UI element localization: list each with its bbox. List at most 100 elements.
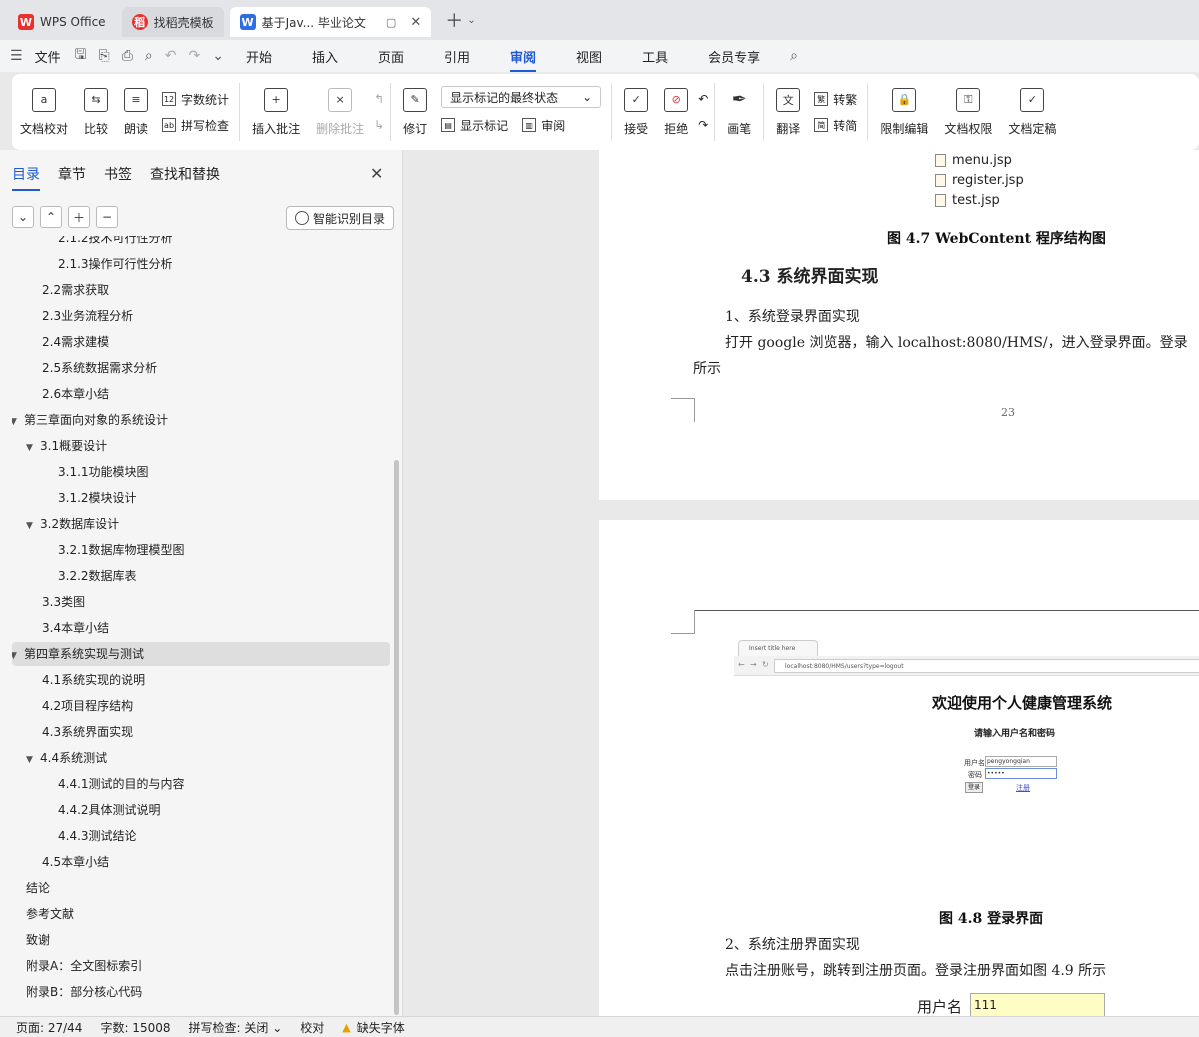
tab-bookmarks[interactable]: 书签 — [104, 164, 132, 191]
remove-icon[interactable]: − — [96, 206, 118, 228]
add-icon[interactable]: ＋ — [68, 206, 90, 228]
undo-icon[interactable]: ↶ — [165, 48, 177, 64]
spell-check-status[interactable]: 拼写检查: 关闭 ⌄ — [189, 1019, 283, 1036]
toc-item[interactable]: 附录A：全文图标索引 — [26, 954, 142, 978]
previous-change-icon[interactable]: ↶ — [698, 86, 708, 112]
search-icon[interactable]: ⌕ — [790, 48, 798, 64]
toc-item[interactable]: 4.4.2具体测试说明 — [58, 798, 161, 822]
reject-button[interactable]: ⊘ 拒绝 — [656, 77, 696, 147]
word-count[interactable]: 字数: 15008 — [100, 1019, 170, 1036]
toc-item[interactable]: 3.1.1功能模块图 — [58, 460, 149, 484]
track-changes-button[interactable]: ✎ 修订 — [395, 77, 435, 147]
tab-wps-office[interactable]: W WPS Office — [8, 7, 116, 37]
toc-item[interactable]: 4.4.1测试的目的与内容 — [58, 772, 185, 796]
toc-item[interactable]: 4.2项目程序结构 — [42, 694, 133, 718]
doc-permission-button[interactable]: ⚿ 文档权限 — [936, 77, 1000, 147]
review-pane-button[interactable]: 审阅 — [541, 117, 565, 134]
pen-button[interactable]: ✒ 画笔 — [719, 77, 759, 147]
toc-item[interactable]: 2.1.3操作可行性分析 — [58, 252, 173, 276]
toc-item[interactable]: 3.2.2数据库表 — [58, 564, 137, 588]
toc-item[interactable]: 2.2需求获取 — [42, 278, 109, 302]
restrict-edit-button[interactable]: 🔒 限制编辑 — [872, 77, 936, 147]
collapse-icon[interactable]: ⌄ — [12, 206, 34, 228]
new-tab-icon[interactable]: ＋ — [445, 7, 463, 33]
toc-item[interactable]: 致谢 — [26, 928, 50, 952]
expand-arrow-icon[interactable]: ▼ — [26, 514, 40, 538]
menu-reference[interactable]: 引用 — [444, 47, 470, 66]
toc-item[interactable]: 附录B：部分核心代码 — [26, 980, 142, 1004]
next-comment-icon[interactable]: ↳ — [374, 112, 384, 138]
compare-button[interactable]: ⇆ 比较 — [76, 77, 116, 147]
toc-item[interactable]: 3.4本章小结 — [42, 616, 109, 640]
toc-item[interactable]: ▼ 第三章面向对象的系统设计 — [12, 408, 168, 432]
close-icon[interactable]: ✕ — [410, 15, 421, 30]
print-icon[interactable]: ⎙ — [122, 48, 133, 64]
delete-comment-button[interactable]: × 删除批注 — [308, 77, 372, 147]
word-count-button[interactable]: 12 字数统计 — [162, 86, 229, 112]
toc-item[interactable]: 2.4需求建模 — [42, 330, 109, 354]
expand-arrow-icon[interactable]: ▼ — [12, 644, 24, 668]
toc-item[interactable]: ▼ 3.1概要设计 — [26, 434, 107, 458]
chevron-down-icon[interactable]: ⌄ — [467, 15, 475, 26]
spell-check-button[interactable]: ab 拼写检查 — [162, 112, 229, 138]
hamburger-icon[interactable]: ☰ — [10, 48, 23, 64]
toc-item[interactable]: 3.3类图 — [42, 590, 85, 614]
missing-font-status[interactable]: 缺失字体 — [357, 1019, 405, 1036]
toc-item[interactable]: 2.6本章小结 — [42, 382, 109, 406]
toc-item[interactable]: 结论 — [26, 876, 50, 900]
smart-toc-button[interactable]: 智能识别目录 — [286, 206, 395, 230]
expand-arrow-icon[interactable]: ▼ — [12, 410, 24, 434]
toc-item[interactable]: 4.5本章小结 — [42, 850, 109, 874]
file-menu[interactable]: 文件 — [35, 47, 61, 66]
toc-item[interactable]: 3.2.1数据库物理模型图 — [58, 538, 185, 562]
tab-toc[interactable]: 目录 — [12, 164, 40, 191]
toc-item[interactable]: 4.3系统界面实现 — [42, 720, 133, 744]
previous-comment-icon[interactable]: ↰ — [374, 86, 384, 112]
tab-find-replace[interactable]: 查找和替换 — [150, 164, 220, 191]
tab-docer[interactable]: 稻 找稻壳模板 — [121, 7, 224, 37]
menu-review[interactable]: 审阅 — [510, 47, 537, 72]
show-markup-button[interactable]: 显示标记 — [460, 117, 508, 134]
toc-item[interactable]: 2.5系统数据需求分析 — [42, 356, 157, 380]
to-simplified-button[interactable]: 简转简 — [814, 112, 857, 138]
tab-sections[interactable]: 章节 — [58, 164, 86, 191]
toc-item[interactable]: 3.1.2模块设计 — [58, 486, 137, 510]
page-indicator[interactable]: 页面: 27/44 — [16, 1019, 82, 1036]
close-icon[interactable]: ✕ — [370, 164, 383, 183]
menu-start[interactable]: 开始 — [246, 47, 272, 66]
markup-state-select[interactable]: 显示标记的最终状态 ⌄ — [441, 86, 602, 108]
doc-finalize-button[interactable]: ✓ 文档定稿 — [1000, 77, 1064, 147]
toc-item[interactable]: ▼ 4.4系统测试 — [26, 746, 107, 770]
toc-item[interactable]: ▼ 3.2数据库设计 — [26, 512, 119, 536]
menu-view[interactable]: 视图 — [576, 47, 602, 66]
toc-item[interactable]: 4.4.3测试结论 — [58, 824, 137, 848]
preview-icon[interactable]: ⌕ — [145, 48, 153, 64]
toc-item[interactable]: ▼ 第四章系统实现与测试 — [12, 642, 144, 666]
accept-button[interactable]: ✓ 接受 — [616, 77, 656, 147]
expand-icon[interactable]: ⌃ — [40, 206, 62, 228]
toc-item[interactable]: 2.1.2技术可行性分析 — [58, 236, 173, 250]
chevron-down-icon[interactable]: ⌄ — [212, 48, 224, 64]
redo-icon[interactable]: ↷ — [189, 48, 201, 64]
translate-button[interactable]: 文翻译 — [768, 77, 808, 147]
toc-item[interactable]: 2.3业务流程分析 — [42, 304, 133, 328]
read-aloud-button[interactable]: ≡ 朗读 — [116, 77, 156, 147]
menu-insert[interactable]: 插入 — [312, 47, 338, 66]
insert-comment-button[interactable]: + 插入批注 — [244, 77, 308, 147]
save-icon[interactable]: 🖫 — [75, 44, 87, 68]
expand-arrow-icon[interactable]: ▼ — [26, 748, 40, 772]
menu-tools[interactable]: 工具 — [642, 47, 668, 66]
window-icon[interactable]: ▢ — [386, 16, 396, 29]
toc-item[interactable]: 参考文献 — [26, 902, 74, 926]
next-change-icon[interactable]: ↷ — [698, 112, 708, 138]
to-traditional-button[interactable]: 繁转繁 — [814, 86, 857, 112]
menu-member[interactable]: 会员专享 — [708, 47, 760, 66]
toc-item[interactable]: 4.1系统实现的说明 — [42, 668, 145, 692]
tab-document[interactable]: W 基于Jav... 毕业论文 ▢ ✕ — [229, 7, 432, 37]
share-icon[interactable]: ⎘ — [99, 48, 110, 64]
scrollbar[interactable] — [394, 460, 399, 1015]
proofread-button[interactable]: a 文档校对 — [12, 77, 76, 147]
proofread-status[interactable]: 校对 — [300, 1019, 324, 1036]
menu-page[interactable]: 页面 — [378, 47, 404, 66]
expand-arrow-icon[interactable]: ▼ — [26, 436, 40, 460]
